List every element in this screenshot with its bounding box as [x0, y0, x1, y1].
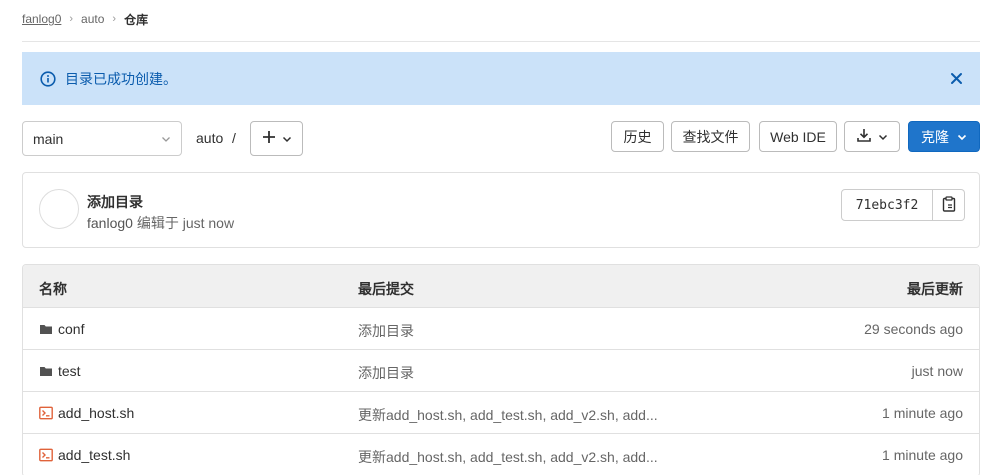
chevron-down-icon — [282, 131, 292, 147]
table-row[interactable]: conf 添加目录 29 seconds ago — [23, 308, 979, 350]
branch-name: main — [33, 130, 64, 147]
web-ide-button[interactable]: Web IDE — [759, 121, 837, 152]
last-commit-panel: 添加目录 fanlog0 编辑于 just now 71ebc3f2 — [22, 172, 980, 248]
last-update-time: 1 minute ago — [882, 405, 963, 421]
last-update-time: just now — [911, 363, 963, 379]
chevron-right-icon: › — [112, 13, 117, 25]
path-separator: / — [232, 130, 236, 146]
commit-message-link[interactable]: 更新add_host.sh, add_test.sh, add_v2.sh, a… — [358, 405, 658, 425]
last-update-time: 1 minute ago — [882, 447, 963, 463]
find-file-button[interactable]: 查找文件 — [671, 121, 750, 152]
repository-toolbar: main auto / 历史 查找文件 Web IDE 克隆 — [22, 121, 980, 156]
breadcrumb-current[interactable]: 仓库 — [124, 11, 148, 28]
download-icon — [856, 127, 872, 146]
file-name: add_host.sh — [58, 405, 135, 421]
folder-icon — [39, 322, 53, 336]
success-alert: 目录已成功创建。 — [22, 52, 980, 105]
commit-message-link[interactable]: 添加目录 — [358, 363, 414, 383]
folder-icon — [39, 364, 53, 378]
file-name-link[interactable]: test — [39, 363, 81, 379]
file-name-link[interactable]: add_host.sh — [39, 405, 134, 421]
last-update-time: 29 seconds ago — [864, 321, 963, 337]
commit-author[interactable]: fanlog0 — [87, 215, 133, 231]
chevron-down-icon — [161, 134, 171, 144]
chevron-down-icon — [957, 129, 967, 145]
chevron-right-icon: › — [69, 13, 74, 25]
branch-selector[interactable]: main — [22, 121, 182, 156]
clipboard-icon — [942, 195, 956, 215]
file-name: test — [58, 363, 81, 379]
clone-button[interactable]: 克隆 — [908, 121, 980, 152]
alert-message: 目录已成功创建。 — [65, 70, 177, 87]
table-row[interactable]: add_test.sh 更新add_host.sh, add_test.sh, … — [23, 434, 979, 475]
add-to-tree-dropdown[interactable] — [250, 121, 303, 156]
breadcrumb: fanlog0 › auto › 仓库 — [22, 10, 148, 28]
commit-title[interactable]: 添加目录 — [87, 192, 143, 212]
path-segment[interactable]: auto — [196, 130, 223, 146]
commit-message-link[interactable]: 更新add_host.sh, add_test.sh, add_v2.sh, a… — [358, 447, 658, 467]
download-dropdown[interactable] — [844, 121, 900, 152]
info-circle-icon — [40, 70, 56, 87]
table-row[interactable]: add_host.sh 更新add_host.sh, add_test.sh, … — [23, 392, 979, 434]
column-last-commit: 最后提交 — [358, 281, 414, 297]
commit-meta: fanlog0 编辑于 just now — [87, 213, 234, 233]
table-header: 名称 最后提交 最后更新 — [23, 265, 979, 308]
clone-label: 克隆 — [921, 128, 949, 145]
file-name-link[interactable]: add_test.sh — [39, 447, 130, 463]
commit-sha[interactable]: 71ebc3f2 — [841, 189, 933, 221]
column-last-update: 最后更新 — [907, 281, 963, 297]
avatar[interactable] — [39, 189, 79, 229]
breadcrumb-owner[interactable]: fanlog0 — [22, 12, 61, 26]
history-button[interactable]: 历史 — [611, 121, 664, 152]
shell-script-icon — [39, 448, 53, 462]
plus-icon — [262, 130, 276, 147]
commit-message-link[interactable]: 添加目录 — [358, 321, 414, 341]
commit-time: just now — [182, 215, 235, 231]
commit-action: 编辑于 — [136, 215, 179, 231]
copy-sha-button[interactable] — [933, 189, 965, 221]
header-divider — [22, 41, 980, 42]
shell-script-icon — [39, 406, 53, 420]
commit-sha-group: 71ebc3f2 — [841, 189, 965, 221]
breadcrumb-project[interactable]: auto — [81, 12, 104, 26]
file-name: add_test.sh — [58, 447, 131, 463]
file-name: conf — [58, 321, 85, 337]
file-tree-table: 名称 最后提交 最后更新 conf 添加目录 29 seconds ago te… — [22, 264, 980, 475]
close-icon[interactable] — [949, 71, 964, 86]
column-name: 名称 — [39, 281, 67, 297]
file-name-link[interactable]: conf — [39, 321, 84, 337]
table-row[interactable]: test 添加目录 just now — [23, 350, 979, 392]
chevron-down-icon — [878, 129, 888, 145]
